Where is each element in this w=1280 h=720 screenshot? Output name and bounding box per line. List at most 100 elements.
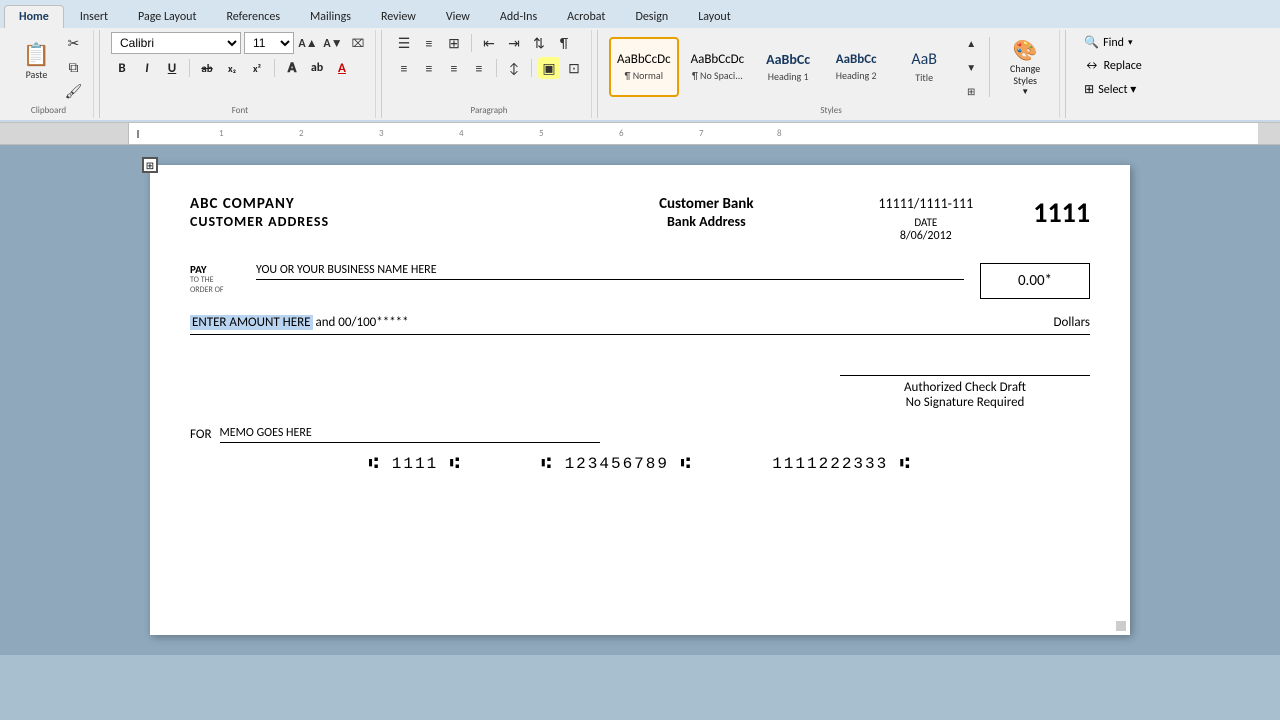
clipboard-buttons: 📋 Paste ✂ ⧉ 🖌: [13, 32, 85, 116]
memo-line: MEMO GOES HERE: [220, 426, 600, 443]
micr-right-text: 1111222333 ⑆: [772, 455, 911, 473]
align-left-button[interactable]: ≡: [393, 57, 415, 79]
tab-references[interactable]: References: [212, 6, 294, 28]
amount-words-highlighted: ENTER AMOUNT HERE: [190, 315, 313, 330]
increase-indent-button[interactable]: ⇥: [503, 32, 525, 54]
ribbon-tab-bar: Home Insert Page Layout References Maili…: [0, 0, 1280, 28]
style-nospacing-label: ¶ No Spaci...: [692, 69, 743, 82]
pay-label-area: PAY TO THEORDER OF: [190, 263, 240, 295]
bold-button[interactable]: B: [111, 57, 133, 79]
amount-box: 0.00*: [980, 263, 1090, 299]
align-center-button[interactable]: ≡: [418, 57, 440, 79]
style-title-preview: AaB: [911, 50, 937, 69]
memo-text: MEMO GOES HERE: [220, 426, 312, 440]
clipboard-small-icons: ✂ ⧉ 🖌: [63, 32, 85, 102]
replace-button[interactable]: ↔ Replace: [1077, 56, 1149, 76]
text-effects-button[interactable]: 𝐀: [281, 57, 303, 79]
find-icon: 🔍: [1084, 35, 1099, 50]
style-h2-label: Heading 2: [836, 69, 877, 82]
subscript-button[interactable]: x₂: [221, 57, 243, 79]
copy-button[interactable]: ⧉: [63, 56, 85, 78]
change-styles-button[interactable]: 🎨 ChangeStyles ▼: [997, 37, 1053, 97]
increase-font-button[interactable]: A▲: [297, 32, 319, 54]
styles-scroll-up[interactable]: ▲: [960, 32, 982, 54]
italic-button[interactable]: I: [136, 57, 158, 79]
style-title-button[interactable]: AaB Title: [892, 37, 956, 97]
authorized-line1: Authorized Check Draft: [840, 380, 1090, 395]
text-highlight-button[interactable]: ab: [306, 57, 328, 79]
tab-page-layout[interactable]: Page Layout: [124, 6, 210, 28]
routing-section: 11111/1111-111 DATE 8/06/2012: [878, 195, 973, 243]
micr-left-text: ⑆ 1111 ⑆: [369, 455, 462, 473]
decrease-indent-button[interactable]: ⇤: [478, 32, 500, 54]
clear-format-button[interactable]: ⌧: [347, 32, 369, 54]
micr-left: ⑆ 1111 ⑆: [369, 455, 462, 473]
change-styles-icon: 🎨: [1013, 38, 1038, 63]
superscript-button[interactable]: x²: [246, 57, 268, 79]
style-heading2-button[interactable]: AaBbCc Heading 2: [824, 37, 888, 97]
tab-design[interactable]: Design: [621, 6, 682, 28]
font-family-selector[interactable]: Calibri: [111, 32, 241, 54]
select-label: Select ▾: [1098, 82, 1136, 97]
select-button[interactable]: ⊞ Select ▾: [1077, 79, 1143, 100]
company-name: ABC COMPANY: [190, 195, 534, 213]
font-size-selector[interactable]: 11: [244, 32, 294, 54]
check-number-section: 11111/1111-111 DATE 8/06/2012 1111: [878, 195, 1090, 243]
sort-button[interactable]: ⇅: [528, 32, 550, 54]
tab-review[interactable]: Review: [367, 6, 430, 28]
style-no-spacing-button[interactable]: AaBbCcDc ¶ No Spaci...: [683, 37, 753, 97]
routing-number: 11111/1111-111: [878, 195, 973, 212]
tab-acrobat[interactable]: Acrobat: [553, 6, 619, 28]
decrease-font-button[interactable]: A▼: [322, 32, 344, 54]
line-spacing-button[interactable]: ↕: [503, 57, 525, 79]
style-h2-preview: AaBbCc: [836, 52, 877, 67]
tab-addins[interactable]: Add-Ins: [486, 6, 551, 28]
company-info: ABC COMPANY CUSTOMER ADDRESS: [190, 195, 534, 230]
paragraph-label: Paragraph: [387, 105, 591, 116]
borders-button[interactable]: ⊡: [563, 57, 585, 79]
check-header: ABC COMPANY CUSTOMER ADDRESS Customer Ba…: [190, 195, 1090, 243]
paragraph-row-1: ☰ ≡ ⊞ ⇤ ⇥ ⇅ ¶: [393, 32, 585, 54]
shading-button[interactable]: ▣: [538, 57, 560, 79]
format-painter-button[interactable]: 🖌: [63, 80, 85, 102]
style-heading1-button[interactable]: AaBbCc Heading 1: [756, 37, 820, 97]
tab-mailings[interactable]: Mailings: [296, 6, 365, 28]
show-formatting-button[interactable]: ¶: [553, 32, 575, 54]
font-color-button[interactable]: A: [331, 57, 353, 79]
tab-layout[interactable]: Layout: [684, 6, 745, 28]
editing-group-content: 🔍 Find ▾ ↔ Replace ⊞ Select ▾: [1077, 32, 1149, 116]
change-styles-label: ChangeStyles: [1010, 63, 1040, 87]
tab-home[interactable]: Home: [4, 5, 64, 28]
tab-insert[interactable]: Insert: [66, 6, 122, 28]
change-styles-arrow: ▼: [1021, 87, 1029, 97]
style-title-label: Title: [915, 71, 933, 84]
document-handle[interactable]: ⊞: [142, 157, 158, 173]
pay-to-name-line: YOU OR YOUR BUSINESS NAME HERE: [256, 263, 964, 280]
tab-view[interactable]: View: [432, 6, 484, 28]
find-label: Find: [1103, 36, 1124, 50]
align-right-button[interactable]: ≡: [443, 57, 465, 79]
underline-button[interactable]: U: [161, 57, 183, 79]
numbering-button[interactable]: ≡: [418, 32, 440, 54]
replace-icon: ↔: [1084, 59, 1099, 73]
document-area: ⊞ ABC COMPANY CUSTOMER ADDRESS Customer …: [0, 145, 1280, 655]
amount-value: 0.00*: [1018, 272, 1052, 290]
font-row-2: B I U ab x₂ x² 𝐀 ab A: [111, 57, 369, 79]
editing-group: 🔍 Find ▾ ↔ Replace ⊞ Select ▾ Editing: [1071, 30, 1155, 118]
strikethrough-button[interactable]: ab: [196, 57, 218, 79]
styles-scroll-down[interactable]: ▼: [960, 56, 982, 78]
resize-handle[interactable]: [1116, 621, 1126, 631]
style-normal-button[interactable]: AaBbCcDc ¶ Normal: [609, 37, 679, 97]
styles-expand[interactable]: ⊞: [960, 80, 982, 102]
cut-button[interactable]: ✂: [63, 32, 85, 54]
justify-button[interactable]: ≡: [468, 57, 490, 79]
ribbon-toolbar: 📋 Paste ✂ ⧉ 🖌 Clipboard Calibri: [0, 28, 1280, 122]
paste-button[interactable]: 📋 Paste: [13, 32, 61, 92]
paste-label: Paste: [26, 68, 48, 81]
find-button[interactable]: 🔍 Find ▾: [1077, 32, 1139, 53]
signature-section: Authorized Check Draft No Signature Requ…: [190, 375, 1090, 410]
styles-label: Styles: [603, 105, 1059, 116]
date-section: DATE 8/06/2012: [878, 216, 973, 243]
bullets-button[interactable]: ☰: [393, 32, 415, 54]
multilevel-list-button[interactable]: ⊞: [443, 32, 465, 54]
